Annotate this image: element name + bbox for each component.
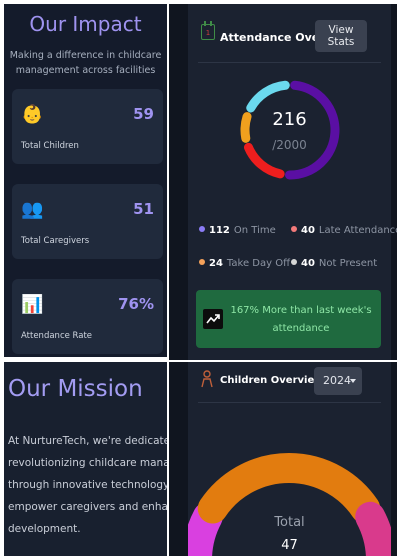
legend-count: 40 bbox=[301, 225, 315, 236]
view-stats-button[interactable]: View Stats bbox=[315, 20, 367, 52]
legend-label: Late Attendance bbox=[318, 225, 397, 236]
trending-up-icon bbox=[203, 309, 223, 329]
mission-text: At NurtureTech, we're dedicated to revol… bbox=[8, 430, 167, 540]
donut-segment-not-present bbox=[246, 80, 290, 113]
attendance-panel: 1 Attendance Overview View Stats 216 /20… bbox=[169, 4, 397, 360]
attendance-banner: 167% More than last week's attendance bbox=[196, 290, 381, 348]
impact-title: Our Impact bbox=[29, 12, 142, 36]
legend-day-off: 24 Take Day Off bbox=[199, 258, 290, 269]
banner-text: 167% More than last week's attendance bbox=[230, 305, 372, 334]
divider bbox=[198, 402, 381, 403]
legend-label: Take Day Off bbox=[226, 258, 290, 269]
children-panel: Children Overview 2024 Total 47 bbox=[169, 362, 397, 556]
stat-label: Attendance Rate bbox=[21, 331, 93, 341]
legend-late: 40 Late Attendance bbox=[291, 225, 397, 236]
legend-count: 112 bbox=[209, 225, 230, 236]
stat-label: Total Caregivers bbox=[21, 236, 90, 246]
gauge-segment-middle bbox=[197, 453, 381, 524]
mission-line: empower caregivers and enhance child bbox=[8, 501, 167, 513]
mission-line: revolutionizing childcare management bbox=[8, 457, 167, 469]
legend-dot bbox=[291, 259, 297, 265]
chevron-down-icon bbox=[350, 379, 356, 383]
attendance-card: 1 Attendance Overview View Stats 216 /20… bbox=[188, 4, 397, 360]
gauge-value: 47 bbox=[281, 538, 298, 553]
children-title: Children Overview bbox=[220, 375, 324, 386]
gauge-label: Total bbox=[274, 515, 305, 530]
legend-count: 24 bbox=[209, 258, 223, 269]
people-icon: 👥 bbox=[21, 199, 44, 220]
children-icon bbox=[201, 370, 213, 388]
stat-label: Total Children bbox=[21, 141, 79, 151]
stat-value: 59 bbox=[133, 105, 154, 123]
stat-card-caregivers: 👥 51 Total Caregivers bbox=[12, 184, 163, 259]
baby-icon: 👶 bbox=[21, 104, 44, 125]
impact-subtitle: Making a difference in childcare managem… bbox=[9, 50, 162, 76]
year-value: 2024 bbox=[323, 374, 351, 387]
divider bbox=[198, 62, 381, 63]
attendance-donut bbox=[240, 80, 340, 180]
attendance-total: /2000 bbox=[272, 138, 307, 152]
children-card: Children Overview 2024 Total 47 bbox=[188, 362, 391, 556]
attendance-value: 216 bbox=[272, 109, 307, 130]
stat-value: 51 bbox=[133, 200, 154, 218]
legend-label: On Time bbox=[233, 225, 276, 236]
year-select[interactable]: 2024 bbox=[314, 367, 362, 395]
mission-line: through innovative technology solutions bbox=[8, 479, 167, 491]
mission-line: development. bbox=[8, 523, 81, 535]
stat-card-attendance: 📊 76% Attendance Rate bbox=[12, 279, 163, 354]
legend-on-time: 112 On Time bbox=[199, 225, 276, 236]
donut-segment-on-time bbox=[284, 80, 340, 180]
legend-dot bbox=[199, 259, 205, 265]
impact-panel: Our Impact Making a difference in childc… bbox=[4, 4, 167, 357]
legend-count: 40 bbox=[301, 258, 315, 269]
legend-label: Not Present bbox=[318, 258, 378, 269]
calendar-icon: 1 bbox=[201, 21, 215, 40]
mission-title: Our Mission bbox=[8, 376, 143, 402]
bar-chart-icon: 📊 bbox=[21, 294, 44, 315]
legend-dot bbox=[291, 226, 297, 232]
legend-dot bbox=[199, 226, 205, 232]
stat-value: 76% bbox=[118, 295, 154, 313]
mission-panel: Our Mission At NurtureTech, we're dedica… bbox=[4, 362, 167, 556]
legend-not-present: 40 Not Present bbox=[291, 258, 377, 269]
mission-line: At NurtureTech, we're dedicated to bbox=[8, 435, 167, 447]
stat-card-children: 👶 59 Total Children bbox=[12, 89, 163, 164]
